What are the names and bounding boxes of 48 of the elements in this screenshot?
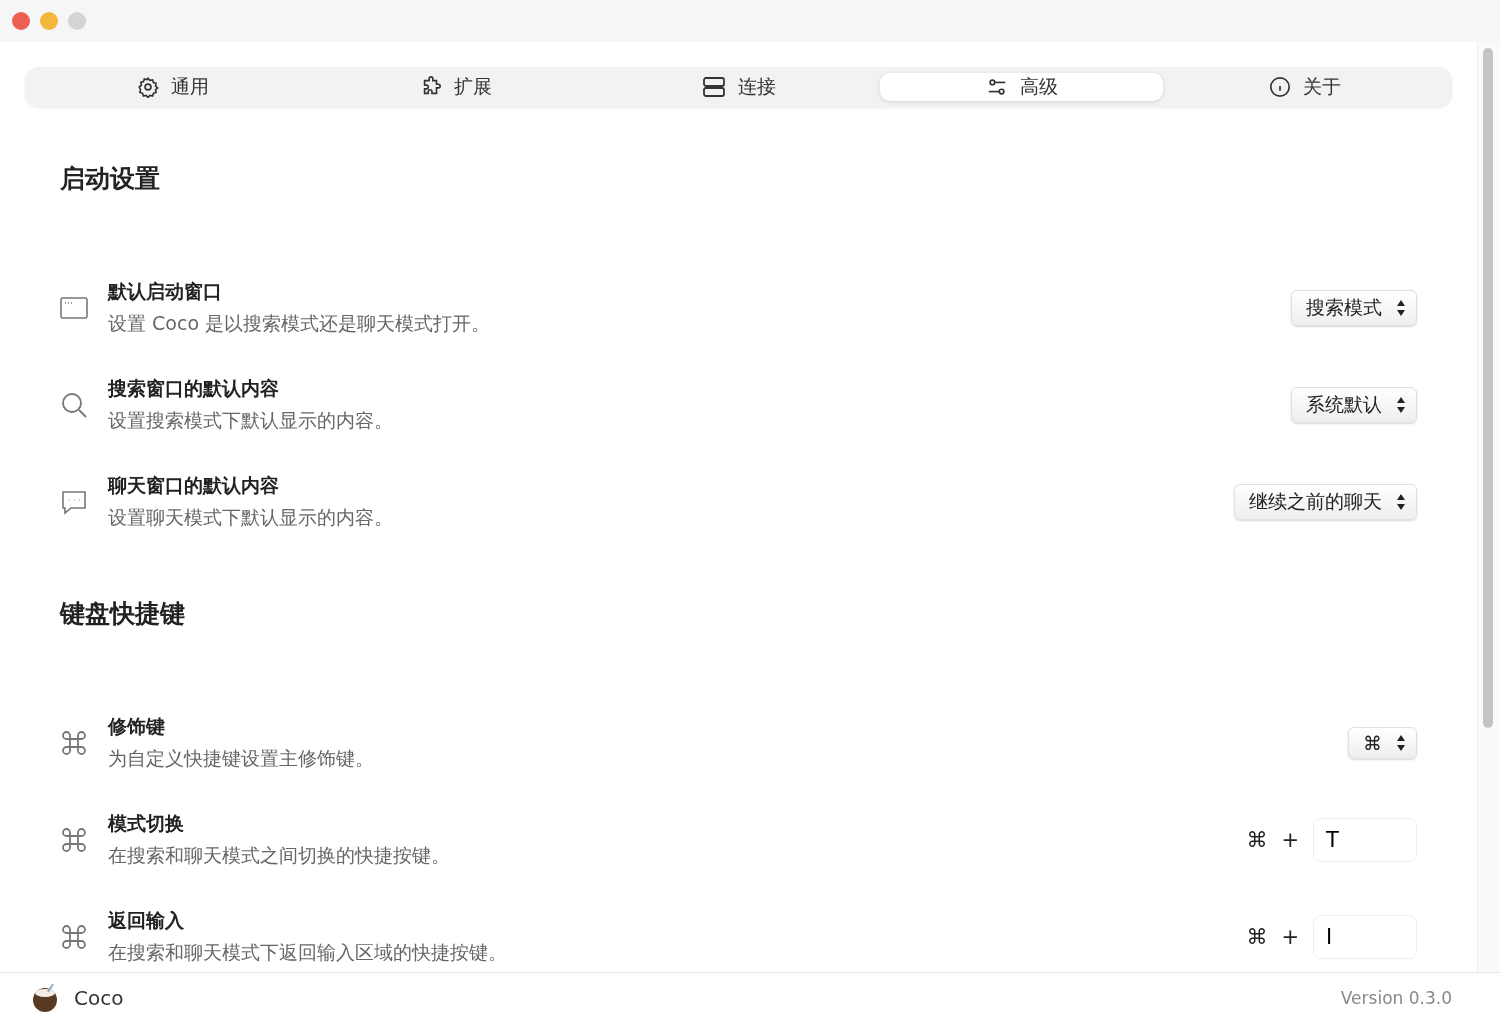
command-key-icon (60, 922, 88, 951)
server-icon (701, 75, 726, 99)
tab[interactable]: 扩展 (314, 73, 597, 101)
setting-description: 在搜索和聊天模式下返回输入区域的快捷按键。 (108, 939, 508, 965)
gear-icon (136, 76, 159, 98)
modifier-key: ⌘ (1246, 827, 1268, 852)
tab[interactable]: 关于 (1163, 73, 1446, 101)
setting-description: 在搜索和聊天模式之间切换的快捷按键。 (108, 842, 451, 868)
setting-title: 模式切换 (108, 810, 185, 836)
setting-title: 搜索窗口的默认内容 (108, 375, 280, 401)
up-down-arrows-icon (1396, 733, 1406, 752)
command-key-icon (60, 728, 88, 757)
command-key-icon (60, 825, 88, 854)
setting-description: 为自定义快捷键设置主修饰键。 (108, 745, 375, 771)
setting-title: 修饰键 (108, 713, 166, 739)
search-icon (60, 390, 88, 419)
plus-sign: + (1281, 827, 1299, 852)
scrollbar-thumb[interactable] (1483, 48, 1493, 728)
setting-description: 设置搜索模式下默认显示的内容。 (108, 407, 394, 433)
up-down-arrows-icon (1396, 298, 1406, 317)
dropdown[interactable]: ⌘ (1348, 726, 1417, 759)
setting-title: 默认启动窗口 (108, 278, 223, 304)
modifier-key: ⌘ (1246, 924, 1268, 949)
shortcut-key-field[interactable]: I (1313, 914, 1417, 959)
app-name: Coco (74, 985, 124, 1010)
zoom-button[interactable] (68, 12, 86, 30)
setting-title: 聊天窗口的默认内容 (108, 472, 280, 498)
close-button[interactable] (12, 12, 30, 30)
coconut-logo-icon (30, 982, 60, 1013)
window-icon (60, 295, 88, 320)
tab[interactable]: 通用 (31, 73, 314, 101)
setting-description: 设置 Coco 是以搜索模式还是聊天模式打开。 (108, 310, 492, 336)
tab[interactable]: 高级 (880, 73, 1163, 101)
tab[interactable]: 连接 (597, 73, 880, 101)
shortcut-key-field[interactable]: T (1313, 817, 1417, 862)
dropdown[interactable]: 搜索模式 (1291, 289, 1417, 326)
up-down-arrows-icon (1396, 395, 1406, 414)
dropdown[interactable]: 继续之前的聊天 (1234, 483, 1417, 520)
minimize-button[interactable] (40, 12, 58, 30)
dropdown[interactable]: 系统默认 (1291, 386, 1417, 423)
info-icon (1268, 76, 1291, 98)
up-down-arrows-icon (1396, 492, 1406, 511)
section-heading: 键盘快捷键 (60, 598, 186, 630)
setting-description: 设置聊天模式下默认显示的内容。 (108, 504, 394, 530)
plus-sign: + (1281, 924, 1299, 949)
section-heading: 启动设置 (60, 163, 161, 195)
version-text: Version 0.3.0 (1340, 987, 1452, 1008)
setting-title: 返回输入 (108, 907, 185, 933)
